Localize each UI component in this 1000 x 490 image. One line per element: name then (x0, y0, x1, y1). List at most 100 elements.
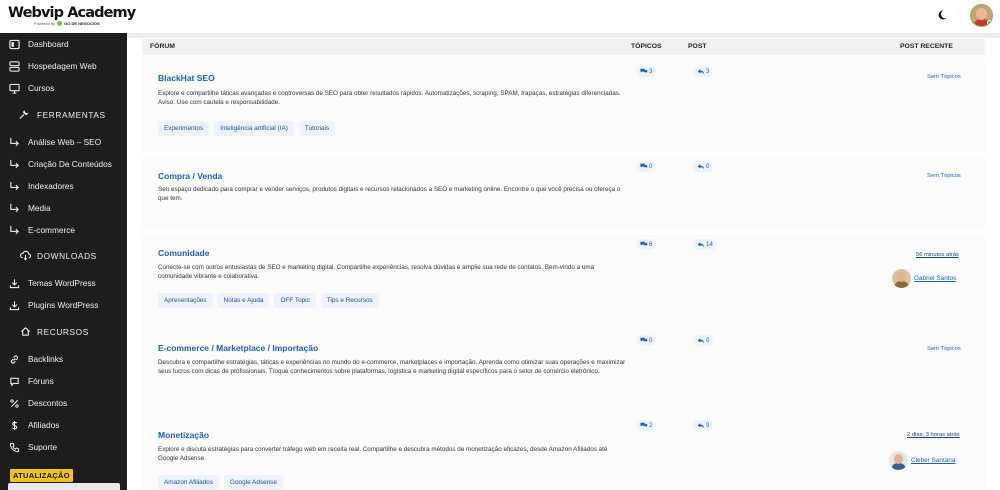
header-recent: POST RECENTE (900, 43, 953, 50)
recent-post-empty: Sem Tópicos (927, 74, 961, 80)
forum-title-link[interactable]: Monetização (158, 430, 209, 440)
sidebar-section-downloads[interactable]: DOWNLOADS (0, 245, 127, 267)
top-bar: Webvip Academy Powered by GO DE NEGOCIOS (0, 0, 1000, 33)
dark-mode-moon-icon[interactable] (936, 9, 948, 21)
forum-tag[interactable]: Amazon Afiliados (158, 475, 220, 490)
forum-title-link[interactable]: Comunidade (158, 248, 209, 258)
subitem-arrow-icon (10, 159, 19, 168)
content-top-border (127, 33, 1000, 38)
sidebar-item-afiliados[interactable]: Afiliados (0, 414, 127, 436)
forum-description: Explore e compartilhe táticas avançadas … (158, 90, 621, 106)
subitem-arrow-icon (10, 137, 19, 146)
sidebar-section-recursos[interactable]: RECURSOS (0, 321, 127, 343)
header-posts: POST (688, 43, 707, 50)
forum-title-link[interactable]: Compra / Venda (158, 171, 222, 181)
forum-tags: Experimentos Inteligência artificial (IA… (158, 121, 336, 136)
forum-tag[interactable]: Notas e Ajuda (217, 293, 270, 308)
topic-count: 0 (636, 161, 657, 172)
recent-post-time-link[interactable]: 2 dias, 3 horas atrás (907, 432, 960, 438)
forum-row: BlackHat SEO Explore e compartilhe tátic… (142, 57, 985, 152)
forum-title-link[interactable]: E-commerce / Marketplace / Importação (158, 343, 318, 353)
forum-tag[interactable]: Tutoriais (298, 121, 336, 136)
forum-description: Seu espaço dedicado para comprar e vende… (158, 186, 621, 202)
sidebar-item-hospedagem[interactable]: Hospedagem Web (0, 55, 127, 77)
author-avatar (889, 451, 908, 470)
forum-list: FÓRUM TÓPICOS POST POST RECENTE BlackHat… (127, 33, 1000, 490)
recent-post-author[interactable]: Gabriel Santos (892, 269, 956, 288)
subitem-arrow-icon (10, 181, 19, 190)
update-badge[interactable]: ATUALIZAÇÃO (10, 469, 73, 482)
forum-title-link[interactable]: BlackHat SEO (158, 73, 215, 83)
chat-icon (10, 377, 19, 386)
forum-tags: Apresentações Notas e Ajuda OFF Topic Ti… (158, 293, 379, 308)
forum-tag[interactable]: Tips e Recursos (320, 293, 379, 308)
reply-icon (697, 242, 705, 248)
forum-tag[interactable]: Inteligência artificial (IA) (214, 121, 294, 136)
sidebar-item-cursos[interactable]: Cursos (0, 77, 127, 99)
forum-tag[interactable]: Experimentos (158, 121, 210, 136)
user-avatar[interactable] (970, 4, 993, 27)
sidebar-item-ecommerce[interactable]: E-commerce (0, 219, 127, 241)
sidebar-item-dashboard[interactable]: Dashboard (0, 33, 127, 55)
comments-icon (640, 337, 648, 343)
topic-count: 0 (636, 335, 657, 346)
sidebar-item-analise-seo[interactable]: Análise Web – SEO (0, 131, 127, 153)
sidebar-item-criacao-conteudos[interactable]: Criação De Conteúdos (0, 153, 127, 175)
dollar-icon (11, 420, 18, 430)
wrench-icon (19, 110, 29, 119)
forum-tag[interactable]: OFF Topic (274, 293, 316, 308)
logo-tagline: Powered by GO DE NEGOCIOS (34, 21, 100, 26)
forum-tag[interactable]: Apresentações (158, 293, 213, 308)
comments-icon (640, 241, 648, 247)
recent-post-empty: Sem Tópicos (927, 173, 961, 179)
subitem-arrow-icon (10, 203, 19, 212)
forum-row: Comunidade Conecte-se com outros entusia… (142, 235, 985, 329)
sidebar-item-plugins-wordpress[interactable]: Plugins WordPress (0, 294, 127, 316)
post-count: 3 (693, 66, 714, 77)
dashboard-icon (9, 39, 20, 49)
logo-title: Webvip Academy (8, 5, 136, 21)
forum-row: Compra / Venda Seu espaço dedicado para … (142, 157, 985, 229)
reply-icon (697, 164, 705, 170)
sidebar-item-backlinks[interactable]: Backlinks (0, 348, 127, 370)
forum-description: Descubra e compartilhe estratégias, táti… (158, 359, 626, 375)
forum-description: Explore e discuta estratégias para conve… (158, 446, 608, 462)
sidebar-item-foruns[interactable]: Fóruns (0, 370, 127, 392)
recent-post-author[interactable]: Cleber Santana (889, 451, 955, 470)
sidebar-item-temas-wordpress[interactable]: Temas WordPress (0, 272, 127, 294)
forum-row: Monetização Explore e discuta estratégia… (142, 417, 985, 490)
reply-icon (697, 338, 705, 344)
sidebar-item-indexadores[interactable]: Indexadores (0, 175, 127, 197)
header-topics: TÓPICOS (631, 43, 662, 50)
link-icon (10, 355, 19, 363)
cloud-download-icon (20, 250, 31, 261)
sidebar: Dashboard Hospedagem Web Cursos FERRAMEN… (0, 33, 127, 490)
brand-dot-icon (57, 21, 63, 26)
topic-count: 3 (636, 66, 657, 77)
subitem-arrow-icon (10, 225, 19, 234)
server-icon (9, 60, 20, 72)
monitor-icon (9, 83, 20, 94)
post-count: 9 (693, 420, 714, 431)
author-avatar (892, 269, 911, 288)
sidebar-item-suporte[interactable]: Suporte (0, 436, 127, 458)
comments-icon (640, 422, 648, 428)
forum-description: Conecte-se com outros entusiastas de SEO… (158, 264, 595, 280)
sidebar-panel-edge (8, 483, 120, 490)
recent-post-time-link[interactable]: 56 minutos atrás (916, 252, 959, 258)
topic-count: 2 (636, 420, 657, 431)
home-icon (21, 327, 30, 336)
forum-tag[interactable]: Google Adsense (224, 475, 283, 490)
phone-icon (9, 442, 20, 452)
site-logo[interactable]: Webvip Academy Powered by GO DE NEGOCIOS (8, 5, 136, 26)
post-count: 14 (693, 239, 717, 250)
reply-icon (697, 423, 705, 429)
sidebar-section-ferramentas[interactable]: FERRAMENTAS (0, 104, 127, 126)
recent-post-empty: Sem Tópicos (927, 346, 961, 352)
sidebar-item-media[interactable]: Media (0, 197, 127, 219)
topic-count: 6 (636, 239, 657, 250)
percent-icon (10, 398, 19, 408)
download-icon (9, 278, 20, 288)
forum-tags: Amazon Afiliados Google Adsense (158, 475, 283, 490)
sidebar-item-descontos[interactable]: Descontos (0, 392, 127, 414)
